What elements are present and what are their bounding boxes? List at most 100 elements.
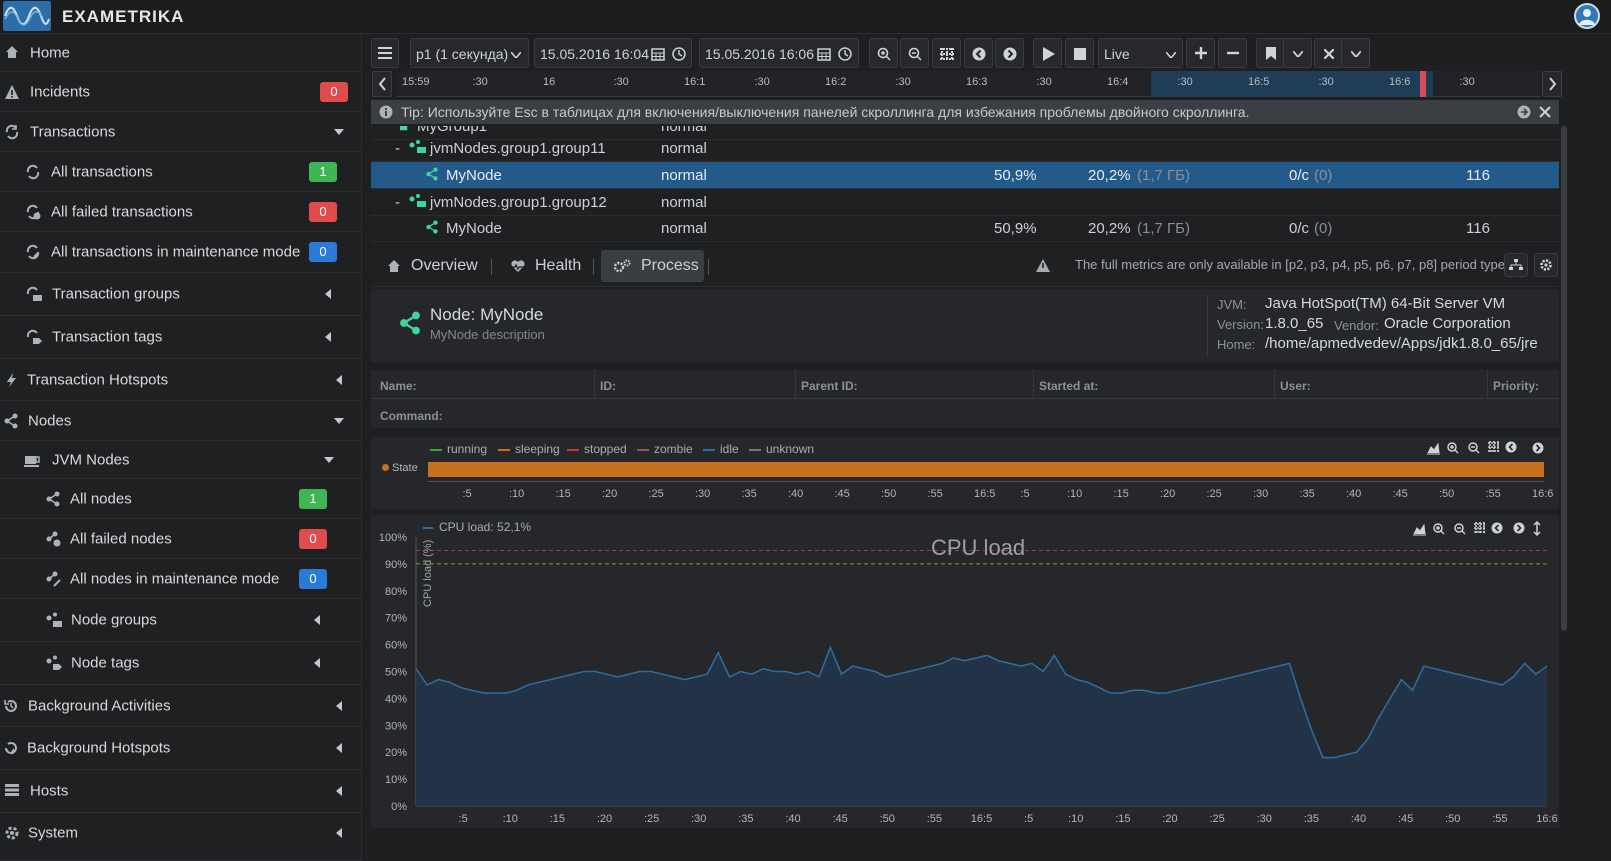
legend-item-running[interactable]: running xyxy=(430,442,487,456)
zoom-out-icon[interactable] xyxy=(900,38,929,68)
timeline-track[interactable]: 15:59:30 16:30 16:1:30 16:2:30 16:3:30 16:4:3… xyxy=(397,71,1540,97)
bookmark-menu-chevron-icon[interactable] xyxy=(1283,38,1312,68)
chart-toolbar-icons[interactable] xyxy=(1412,520,1552,540)
logo-wave-icon[interactable] xyxy=(3,1,51,31)
count-value: 116 xyxy=(1466,167,1490,184)
legend-item-unknown[interactable]: unknown xyxy=(749,442,814,456)
next-tip-icon[interactable] xyxy=(1517,105,1531,119)
tab-process[interactable]: Process xyxy=(601,250,704,282)
timeline-prev-icon[interactable] xyxy=(372,71,392,97)
tab-label: Overview xyxy=(411,257,478,274)
sidebar-item-transaction-tags[interactable]: Transaction tags xyxy=(0,316,361,359)
sidebar-item-incidents[interactable]: Incidents 0 xyxy=(0,72,361,112)
legend-item-stopped[interactable]: stopped xyxy=(567,442,627,456)
x-tick-label: :35 xyxy=(1304,813,1319,825)
sidebar-item-system[interactable]: System xyxy=(0,813,361,861)
collapse-toggle[interactable]: - xyxy=(395,140,400,157)
count-badge: 0 xyxy=(309,201,337,222)
play-icon[interactable] xyxy=(1033,38,1062,68)
sidebar-item-transaction-hotspots[interactable]: Transaction Hotspots xyxy=(0,359,361,401)
brand-name: EXAMETRIKA xyxy=(62,7,185,26)
maintenance-transactions-icon xyxy=(25,244,41,260)
state-sleeping-bar[interactable] xyxy=(428,462,1544,477)
x-tick-label: :30 xyxy=(1257,813,1272,825)
timeline-tick-label: 16:5 xyxy=(1248,76,1270,88)
sidebar-item-background-activities[interactable]: Background Activities xyxy=(0,685,361,727)
x-tick-label: :15 xyxy=(555,488,571,500)
x-tick-label: :15 xyxy=(1115,813,1130,825)
sidebar-item-all-failed-nodes[interactable]: All failed nodes 0 xyxy=(0,519,361,559)
previous-icon[interactable] xyxy=(964,38,993,68)
tab-health[interactable]: Health xyxy=(503,250,585,282)
background-hotspot-icon xyxy=(3,740,19,756)
next-icon[interactable] xyxy=(1531,441,1545,455)
tab-overview[interactable]: Overview xyxy=(381,250,489,282)
legend-item-zombie[interactable]: zombie xyxy=(637,442,693,456)
close-menu-chevron-icon[interactable] xyxy=(1341,38,1370,68)
bookmark-icon[interactable] xyxy=(1256,38,1285,68)
share-icon xyxy=(425,220,439,238)
add-icon[interactable] xyxy=(1186,38,1215,68)
clock-icon[interactable] xyxy=(672,47,686,61)
chart-toolbar-icons[interactable] xyxy=(1426,441,1545,458)
legend-item-sleeping[interactable]: sleeping xyxy=(498,442,560,456)
from-datetime-input[interactable]: 15.05.2016 16:04 xyxy=(534,38,692,68)
node-description: MyNode description xyxy=(430,327,545,342)
menu-icon[interactable] xyxy=(371,38,399,68)
sidebar-item-node-tags[interactable]: Node tags xyxy=(0,642,361,685)
user-avatar-icon[interactable] xyxy=(1574,3,1600,29)
clock-icon[interactable] xyxy=(838,47,852,61)
timeline[interactable]: 15:59:30 16:30 16:1:30 16:2:30 16:3:30 16:4:3… xyxy=(371,71,1566,97)
sidebar-item-transaction-groups[interactable]: Transaction groups xyxy=(0,273,361,316)
timeline-current-marker[interactable] xyxy=(1420,71,1426,97)
mode-select[interactable]: Live xyxy=(1098,38,1183,68)
sidebar-item-maintenance-transactions[interactable]: All transactions in maintenance mode 0 xyxy=(0,232,361,273)
close-tip-icon[interactable] xyxy=(1539,106,1551,118)
sidebar: Home Incidents 0 Transactions All transa… xyxy=(0,34,362,861)
sidebar-item-home[interactable]: Home xyxy=(0,34,361,72)
main-scrollbar[interactable] xyxy=(1561,126,1567,631)
sidebar-item-nodes[interactable]: Nodes xyxy=(0,401,361,441)
grid-icon[interactable] xyxy=(932,38,961,68)
hierarchy-icon[interactable] xyxy=(1504,253,1528,277)
chart-tools-icon[interactable] xyxy=(1412,520,1552,537)
zoom-in-icon[interactable] xyxy=(869,38,898,68)
sidebar-item-jvm-nodes[interactable]: JVM Nodes xyxy=(0,441,361,479)
sidebar-item-transactions[interactable]: Transactions xyxy=(0,112,361,152)
sidebar-item-background-hotspots[interactable]: Background Hotspots xyxy=(0,727,361,770)
sidebar-item-hosts[interactable]: Hosts xyxy=(0,770,361,813)
remove-icon[interactable] xyxy=(1218,38,1247,68)
sidebar-item-all-transactions[interactable]: All transactions 1 xyxy=(0,152,361,192)
table-row[interactable]: MyNode normal 50,9% 20,2% (1,7 ГБ) 0/с (… xyxy=(371,215,1559,242)
stop-icon[interactable] xyxy=(1065,38,1094,68)
warning-icon xyxy=(4,84,20,100)
period-select[interactable]: p1 (1 секунда) xyxy=(410,38,529,68)
sidebar-item-all-nodes[interactable]: All nodes 1 xyxy=(0,479,361,519)
cpu-load-chart[interactable]: 0% 10% 20% 30% 40% 50% 60% 70% 80% 90% 100% CPU loa… xyxy=(371,515,1559,828)
table-row-selected[interactable]: MyNode normal 50,9% 20,2% (1,7 ГБ) 0/с (… xyxy=(371,162,1559,189)
x-tick-label: :30 xyxy=(691,813,706,825)
calendar-icon[interactable] xyxy=(651,47,665,61)
chart-tools-icon[interactable] xyxy=(1426,441,1526,455)
table-row[interactable]: - jvmNodes.group1.group11 normal xyxy=(371,135,1559,162)
sidebar-item-all-failed-transactions[interactable]: All failed transactions 0 xyxy=(0,192,361,232)
settings-gear-icon[interactable] xyxy=(1534,253,1558,277)
tab-divider xyxy=(491,259,492,275)
legend-item-idle[interactable]: idle xyxy=(703,442,739,456)
collapse-toggle[interactable]: - xyxy=(395,194,400,211)
next-icon[interactable] xyxy=(995,38,1024,68)
rate-value: 0/с xyxy=(1289,167,1310,184)
to-datetime-input[interactable]: 15.05.2016 16:06 xyxy=(699,38,859,68)
row-name: jvmNodes.group1.group12 xyxy=(430,194,607,211)
calendar-icon[interactable] xyxy=(817,47,831,61)
timeline-next-icon[interactable] xyxy=(1542,71,1562,97)
id-label: ID: xyxy=(600,379,616,393)
table-row[interactable]: - jvmNodes.group1.group12 normal xyxy=(371,189,1559,216)
to-datetime-value: 15.05.2016 16:06 xyxy=(705,46,814,62)
sidebar-item-node-groups[interactable]: Node groups xyxy=(0,599,361,642)
sidebar-item-maintenance-nodes[interactable]: All nodes in maintenance mode 0 xyxy=(0,559,361,599)
sidebar-item-label: Transactions xyxy=(30,123,116,140)
y-tick-label: 70% xyxy=(385,613,407,625)
sidebar-item-label: Hosts xyxy=(30,782,69,800)
close-icon[interactable] xyxy=(1314,38,1343,68)
